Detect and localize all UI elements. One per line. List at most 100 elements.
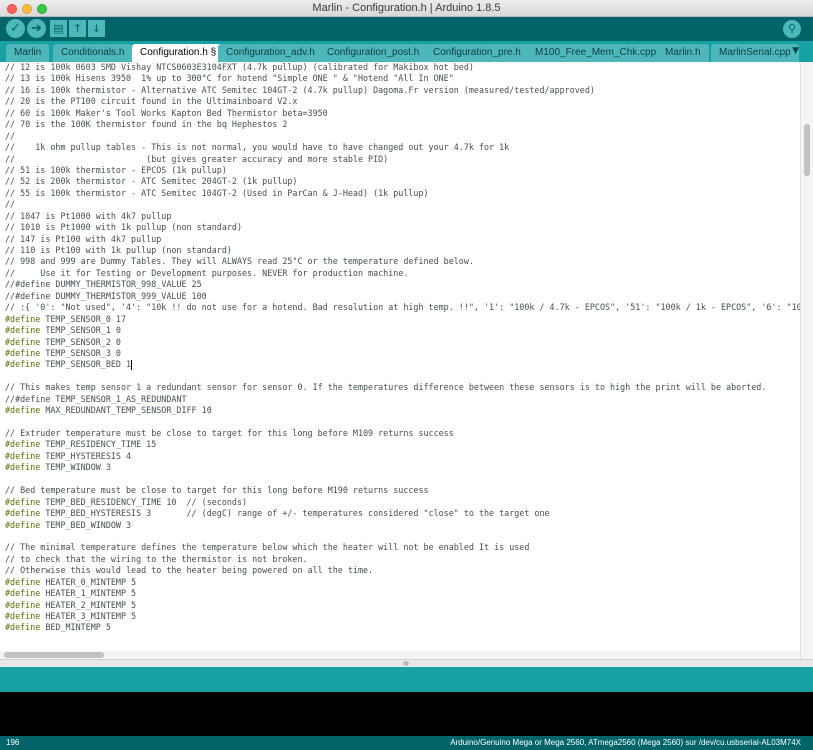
code-line[interactable]: #define HEATER_3_MINTEMP 5 — [5, 611, 800, 622]
code-line[interactable]: // Otherwise this would lead to the heat… — [5, 565, 800, 576]
console-output[interactable] — [0, 692, 813, 736]
define-keyword: #define — [5, 336, 41, 347]
code-line[interactable]: // Use it for Testing or Development pur… — [5, 268, 800, 279]
tab-bar: Marlin Conditionals.h Configuration.h § … — [0, 41, 813, 62]
define-keyword: #define — [5, 622, 41, 633]
toolbar: ✓ ➔ ▤ ↑ ↓ ⚲ — [0, 17, 813, 41]
tab-configuration[interactable]: Configuration.h § — [132, 44, 225, 62]
code-line[interactable]: #define TEMP_SENSOR_2 0 — [5, 337, 800, 348]
code-line[interactable]: //#define TEMP_SENSOR_1_AS_REDUNDANT — [5, 394, 800, 405]
code-editor[interactable]: // 12 is 100k 0603 SMD Vishay NTCS0603E3… — [0, 62, 813, 659]
code-line[interactable]: #define TEMP_WINDOW 3 — [5, 462, 800, 473]
board-info: Arduino/Genuino Mega or Mega 2560, ATmeg… — [450, 738, 801, 747]
code-line[interactable]: // 147 is Pt100 with 4k7 pullup — [5, 234, 800, 245]
code-line[interactable]: // 51 is 100k thermistor - EPCOS (1k pul… — [5, 165, 800, 176]
vertical-scrollbar[interactable] — [800, 62, 813, 659]
tab-conditionals[interactable]: Conditionals.h — [53, 44, 133, 62]
horizontal-scroll-thumb[interactable] — [4, 652, 104, 658]
arrow-right-icon[interactable]: ➔ — [27, 19, 46, 38]
code-line[interactable]: // 1010 is Pt1000 with 1k pullup (non st… — [5, 222, 800, 233]
magnifier-icon[interactable]: ⚲ — [783, 20, 801, 38]
code-text[interactable]: // 12 is 100k 0603 SMD Vishay NTCS0603E3… — [5, 62, 800, 659]
code-line[interactable]: // — [5, 199, 800, 210]
code-line[interactable]: // 13 is 100k Hisens 3950 1% up to 300°C… — [5, 73, 800, 84]
code-line[interactable]: // This makes temp sensor 1 a redundant … — [5, 382, 800, 393]
code-line[interactable]: // 110 is Pt100 with 1k pullup (non stan… — [5, 245, 800, 256]
window-title: Marlin - Configuration.h | Arduino 1.8.5 — [312, 2, 501, 14]
code-line[interactable]: //#define DUMMY_THERMISTOR_999_VALUE 100 — [5, 291, 800, 302]
code-line[interactable]: // 12 is 100k 0603 SMD Vishay NTCS0603E3… — [5, 62, 800, 73]
code-line[interactable]: #define TEMP_SENSOR_1 0 — [5, 325, 800, 336]
define-keyword: #define — [5, 588, 41, 599]
define-keyword: #define — [5, 462, 41, 473]
window-titlebar: Marlin - Configuration.h | Arduino 1.8.5 — [0, 0, 813, 17]
code-line[interactable]: // 52 is 200k thermistor - ATC Semitec 2… — [5, 176, 800, 187]
code-line[interactable]: // 16 is 100k thermistor - Alternative A… — [5, 85, 800, 96]
define-keyword: #define — [5, 611, 41, 621]
tab-configuration-pre[interactable]: Configuration_pre.h — [425, 44, 529, 62]
code-line[interactable]: //#define DUMMY_THERMISTOR_998_VALUE 25 — [5, 279, 800, 290]
tab-m100-free-mem-chk[interactable]: M100_Free_Mem_Chk.cpp — [527, 44, 665, 62]
code-line[interactable]: #define TEMP_SENSOR_BED 1 — [5, 359, 800, 370]
code-line[interactable]: #define HEATER_0_MINTEMP 5 — [5, 577, 800, 588]
code-line[interactable]: // 998 and 999 are Dummy Tables. They wi… — [5, 256, 800, 267]
code-line[interactable]: #define HEATER_1_MINTEMP 5 — [5, 588, 800, 599]
minimize-window-button[interactable] — [22, 4, 32, 14]
tab-marlin[interactable]: Marlin — [6, 44, 50, 62]
code-line[interactable]: #define BED_MINTEMP 5 — [5, 622, 800, 633]
code-line[interactable]: // to check that the wiring to the therm… — [5, 554, 800, 565]
divider-grip-icon[interactable] — [403, 661, 409, 666]
code-line[interactable]: // The minimal temperature defines the t… — [5, 542, 800, 553]
code-line[interactable]: #define MAX_REDUNDANT_TEMP_SENSOR_DIFF 1… — [5, 405, 800, 416]
status-bar: 196 Arduino/Genuino Mega or Mega 2560, A… — [0, 736, 813, 750]
tab-marlinserial[interactable]: MarlinSerial.cpp — [711, 44, 799, 62]
message-area — [0, 667, 813, 692]
line-number: 196 — [6, 738, 20, 747]
tab-configuration-post[interactable]: Configuration_post.h — [319, 44, 428, 62]
code-line[interactable]: // 70 is the 100K thermistor found in th… — [5, 119, 800, 130]
vertical-scroll-thumb[interactable] — [804, 124, 810, 176]
define-keyword: #define — [5, 450, 41, 461]
tab-menu-icon[interactable]: ▼ — [792, 46, 799, 56]
new-file-icon[interactable]: ▤ — [50, 20, 67, 37]
code-line[interactable]: // 1047 is Pt1000 with 4k7 pullup — [5, 211, 800, 222]
code-line[interactable]: #define TEMP_RESIDENCY_TIME 15 — [5, 439, 800, 450]
code-line[interactable]: // 20 is the PT100 circuit found in the … — [5, 96, 800, 107]
code-line[interactable]: // (but gives greater accuracy and more … — [5, 154, 800, 165]
pane-divider[interactable] — [0, 659, 813, 667]
code-line[interactable] — [5, 474, 800, 485]
code-line[interactable]: // Bed temperature must be close to targ… — [5, 485, 800, 496]
code-line[interactable]: // — [5, 131, 800, 142]
code-line[interactable] — [5, 417, 800, 428]
code-line[interactable]: // Extruder temperature must be close to… — [5, 428, 800, 439]
horizontal-scrollbar[interactable] — [0, 651, 800, 659]
arrow-up-icon[interactable]: ↑ — [69, 20, 86, 37]
code-line[interactable]: #define TEMP_BED_HYSTERESIS 3 // (degC) … — [5, 508, 800, 519]
code-line[interactable]: #define TEMP_SENSOR_0 17 — [5, 314, 800, 325]
code-line[interactable] — [5, 634, 800, 645]
code-line[interactable]: // :{ '0': "Not used", '4': "10k !! do n… — [5, 302, 800, 313]
checkmark-icon[interactable]: ✓ — [6, 19, 25, 38]
define-keyword: #define — [5, 405, 41, 416]
code-line[interactable]: #define HEATER_2_MINTEMP 5 — [5, 600, 800, 611]
code-line[interactable]: // 55 is 100k thermistor - ATC Semitec 1… — [5, 188, 800, 199]
tab-configuration-adv[interactable]: Configuration_adv.h — [218, 44, 323, 62]
code-line[interactable]: #define TEMP_BED_WINDOW 3 — [5, 520, 800, 531]
arrow-down-icon[interactable]: ↓ — [88, 20, 105, 37]
define-keyword: #define — [5, 347, 41, 358]
code-line[interactable]: // 60 is 100k Maker's Tool Works Kapton … — [5, 108, 800, 119]
code-line[interactable]: #define TEMP_SENSOR_3 0 — [5, 348, 800, 359]
define-keyword: #define — [5, 325, 41, 336]
define-keyword: #define — [5, 496, 41, 507]
code-line[interactable]: // 1k ohm pullup tables - This is not no… — [5, 142, 800, 153]
code-line[interactable]: #define TEMP_BED_RESIDENCY_TIME 10 // (s… — [5, 497, 800, 508]
zoom-window-button[interactable] — [37, 4, 47, 14]
text-caret — [131, 359, 133, 370]
tab-marlin-h[interactable]: Marlin.h — [657, 44, 709, 62]
code-line[interactable] — [5, 531, 800, 542]
define-keyword: #define — [5, 508, 41, 519]
code-line[interactable] — [5, 371, 800, 382]
close-window-button[interactable] — [7, 4, 17, 14]
define-keyword: #define — [5, 519, 41, 530]
code-line[interactable]: #define TEMP_HYSTERESIS 4 — [5, 451, 800, 462]
